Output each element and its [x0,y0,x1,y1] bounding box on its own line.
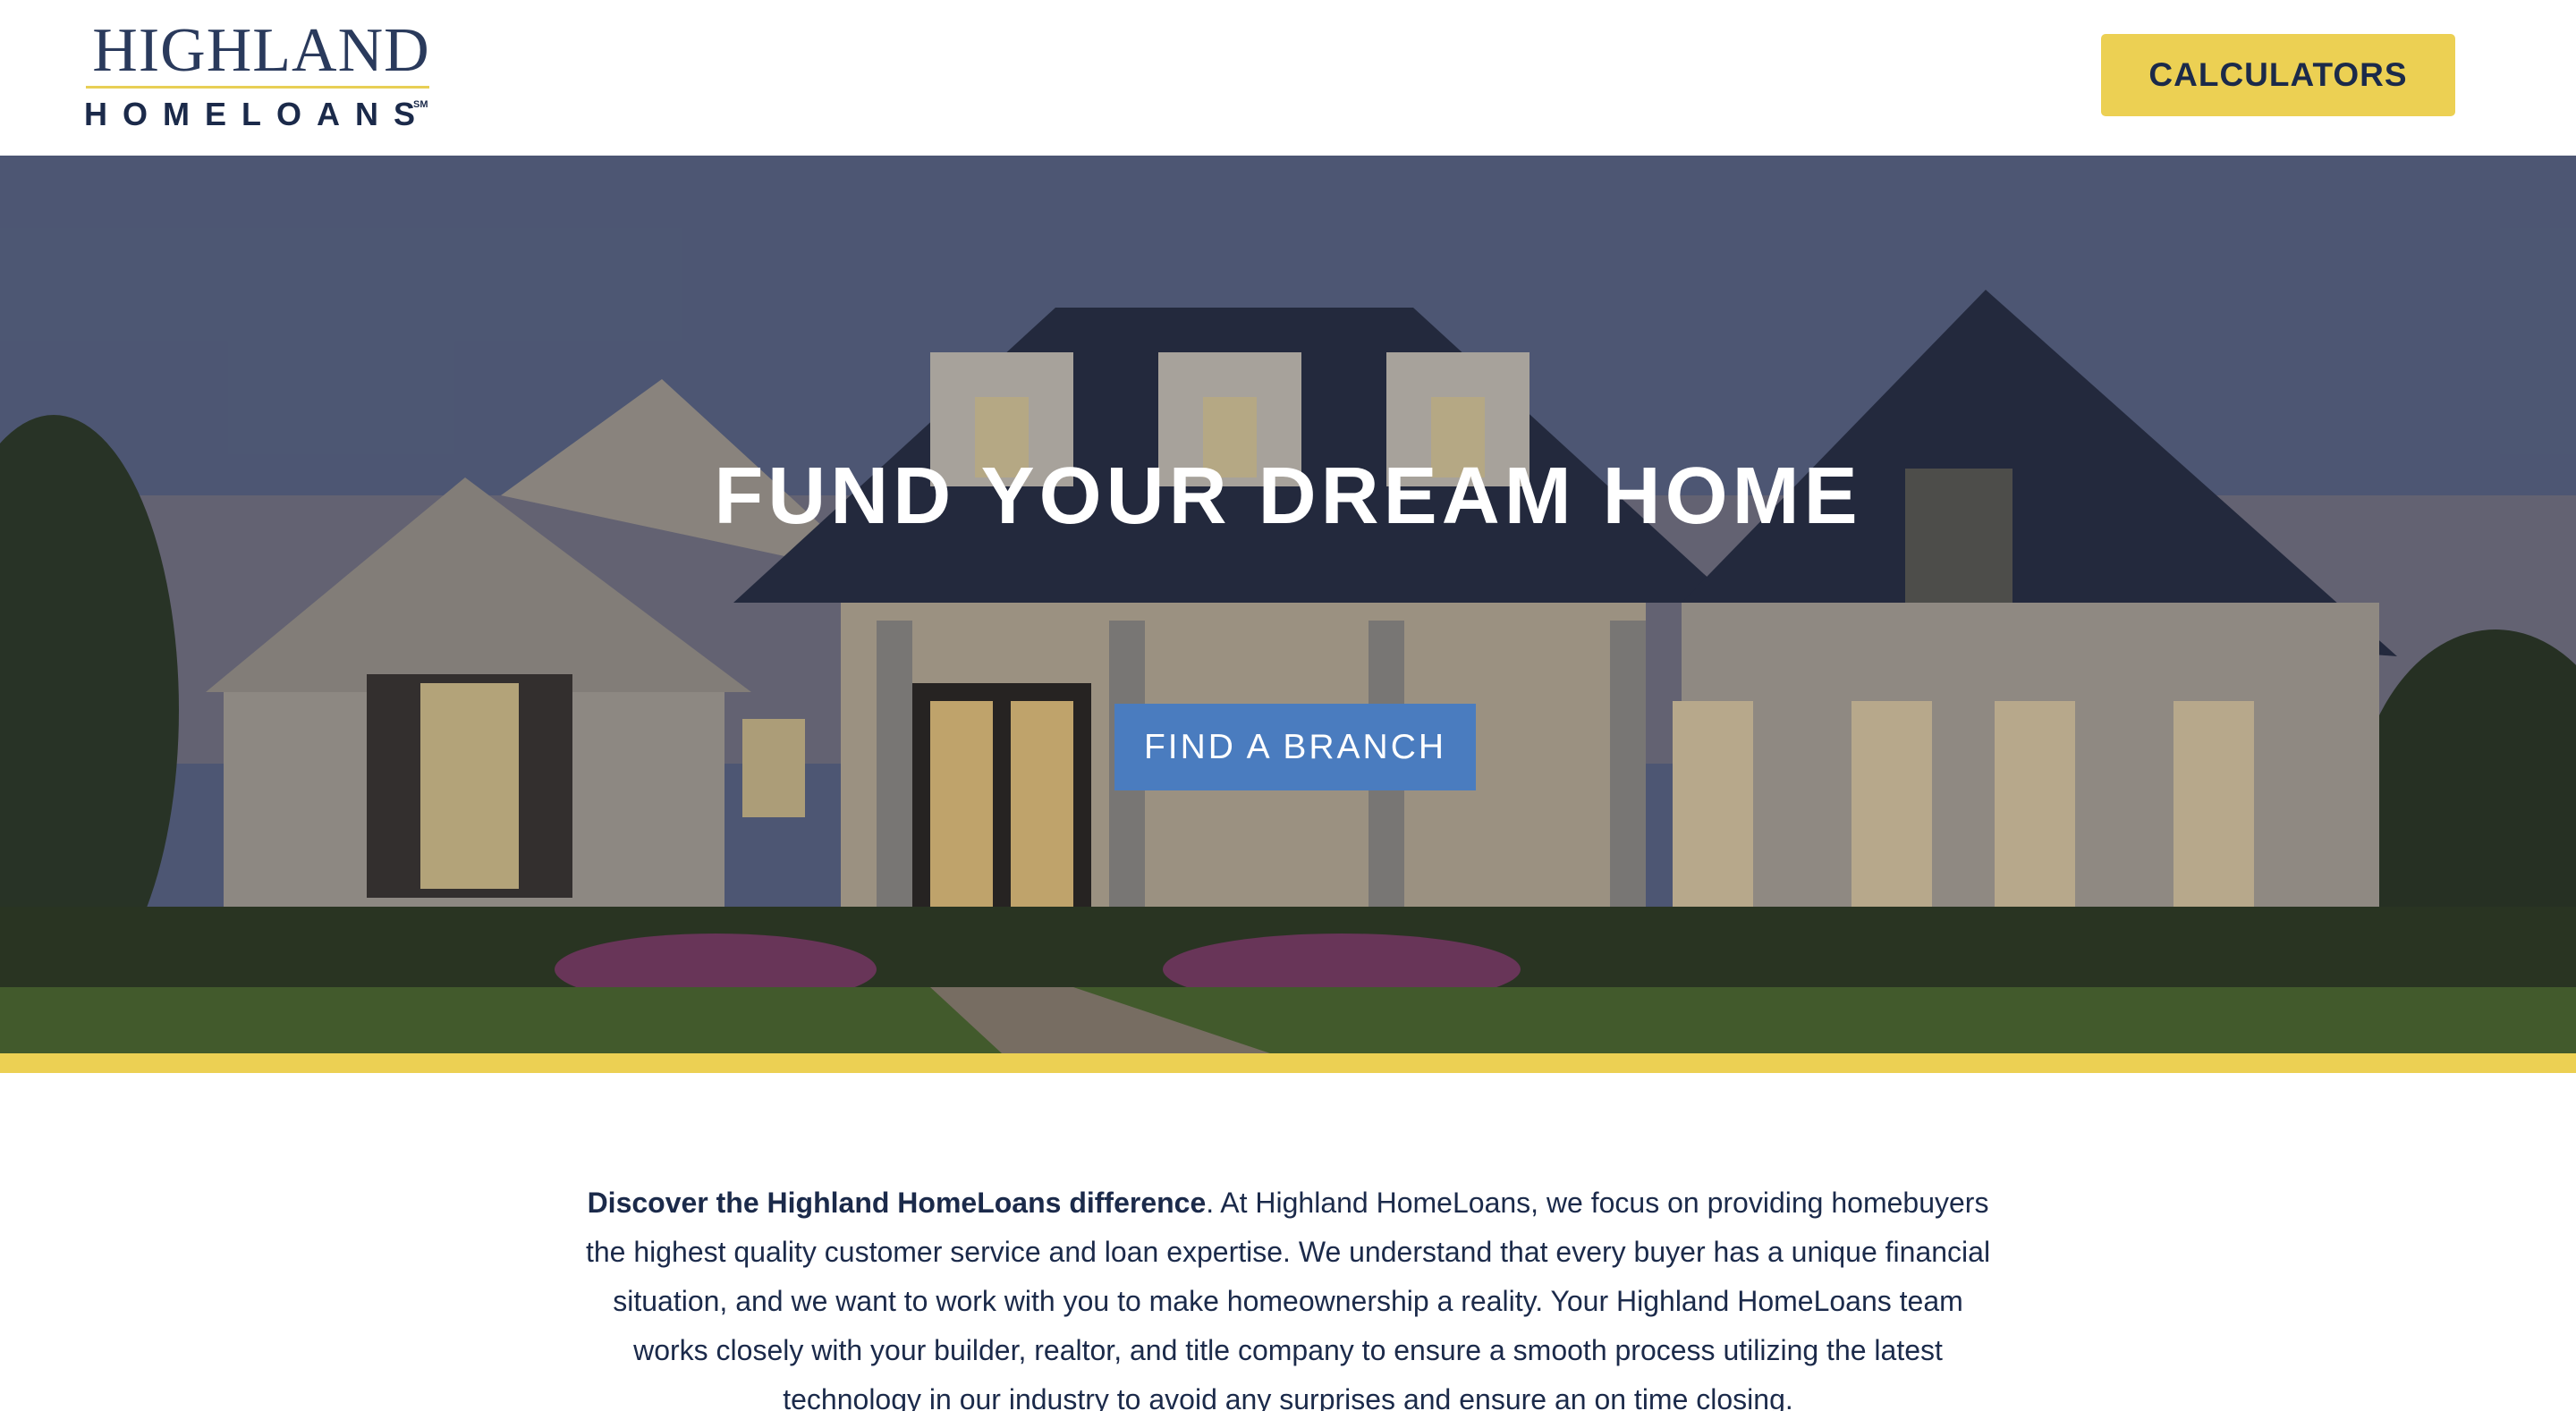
hero-accent-strip [0,1053,2576,1073]
hero-title: FUND YOUR DREAM HOME [714,452,1862,541]
logo-divider [86,86,429,89]
service-mark: SM [413,99,428,110]
intro-body: . At Highland HomeLoans, we focus on pro… [585,1187,1991,1411]
intro-lead: Discover the Highland HomeLoans differen… [587,1187,1207,1219]
logo-wordmark-bottom: HOMELOANS [84,96,430,132]
intro-paragraph: Discover the Highland HomeLoans differen… [572,1179,2004,1411]
site-header: HIGHLAND HOMELOANS SM CALCULATORS [0,0,2576,156]
find-a-branch-button[interactable]: FIND A BRANCH [1114,704,1476,790]
highland-homeloans-logo[interactable]: HIGHLAND HOMELOANS [82,20,440,136]
hero-banner: FUND YOUR DREAM HOME FIND A BRANCH [0,156,2576,1053]
logo-wordmark-top: HIGHLAND [92,16,430,85]
hero-overlay [0,156,2576,1053]
calculators-button[interactable]: CALCULATORS [2101,34,2455,116]
